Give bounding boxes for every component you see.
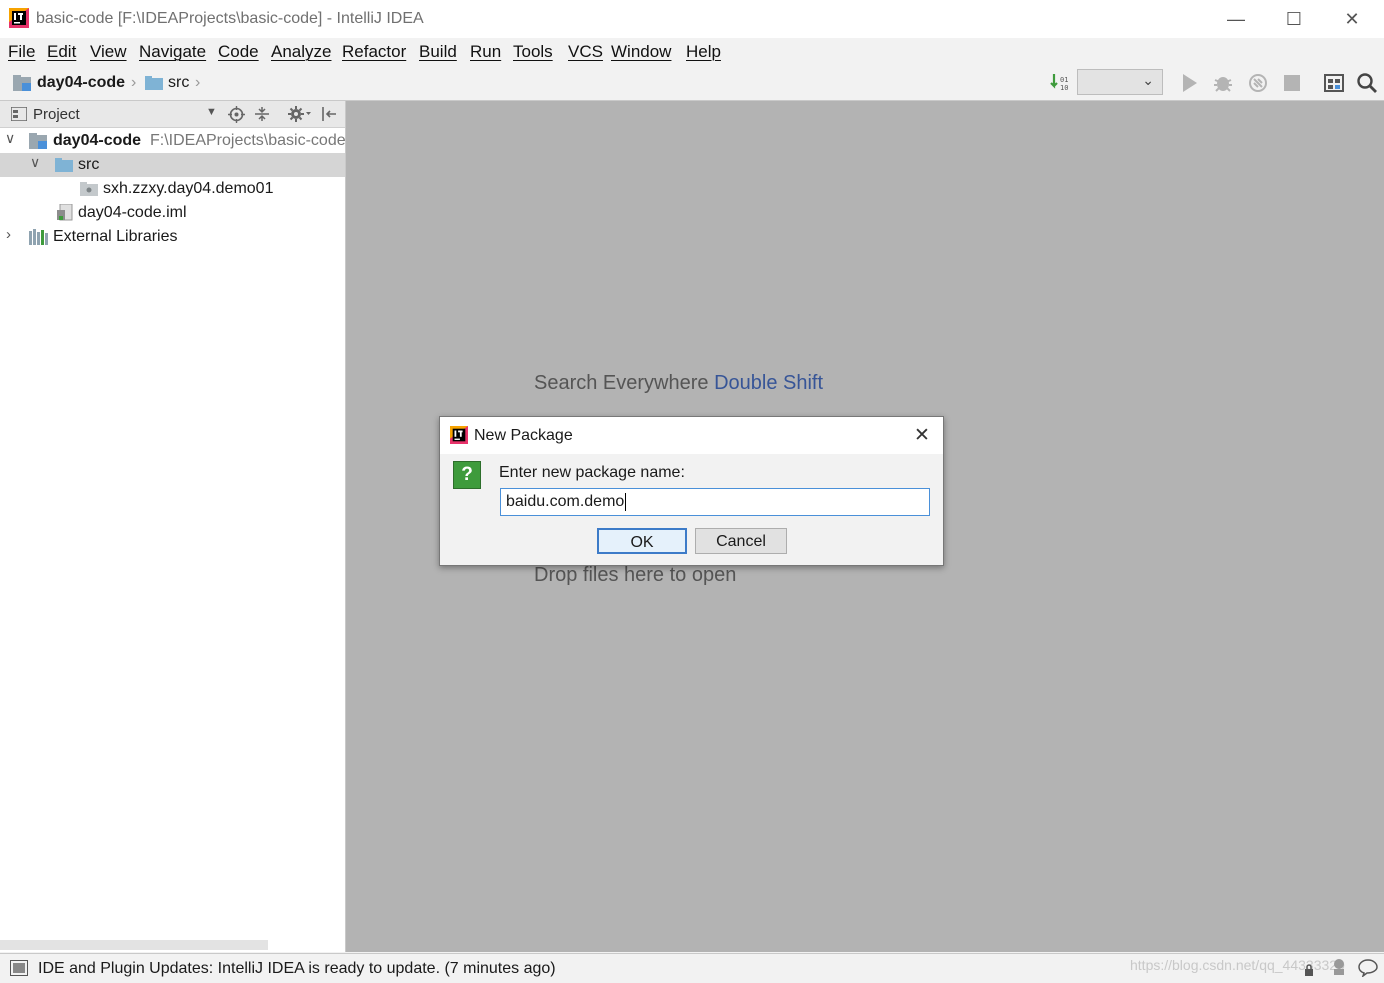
chevron-down-icon[interactable]: ∨	[30, 154, 40, 171]
drop-files-hint: Drop files here to open	[534, 564, 737, 586]
hint-text: Search Everywhere	[534, 372, 709, 394]
intellij-logo-icon	[450, 426, 468, 444]
source-folder-icon	[55, 158, 73, 177]
status-bar: IDE and Plugin Updates: IntelliJ IDEA is…	[0, 953, 1384, 983]
hide-panel-icon[interactable]	[321, 106, 337, 127]
close-icon[interactable]: ✕	[914, 424, 930, 447]
menu-bar: File Edit View Navigate Code Analyze Ref…	[0, 38, 1384, 66]
close-window-button[interactable]: ✕	[1329, 6, 1375, 32]
menu-build[interactable]: Build	[419, 42, 457, 62]
project-view-icon	[10, 106, 28, 126]
new-package-dialog: New Package ✕ ? Enter new package name: …	[439, 416, 944, 566]
title-bar: basic-code [F:\IDEAProjects\basic-code] …	[0, 0, 1384, 38]
intellij-logo-icon	[9, 8, 29, 28]
package-name-input[interactable]: baidu.com.demo	[500, 488, 930, 516]
chevron-right-icon[interactable]: ›	[6, 226, 11, 243]
dialog-prompt: Enter new package name:	[499, 464, 685, 481]
iml-file-icon	[57, 203, 73, 227]
ok-button[interactable]: OK	[597, 528, 687, 554]
module-folder-icon	[29, 133, 49, 154]
tree-node-iml[interactable]: day04-code.iml	[0, 201, 345, 225]
menu-view[interactable]: View	[90, 42, 127, 62]
chevron-right-icon: ›	[195, 74, 201, 91]
coverage-icon[interactable]	[1247, 72, 1269, 99]
question-icon: ?	[453, 461, 481, 489]
minimize-button[interactable]: —	[1213, 6, 1259, 32]
build-project-icon[interactable]: 01 10	[1049, 72, 1071, 99]
search-icon[interactable]	[1356, 72, 1378, 99]
search-everywhere-hint: Search Everywhere Double Shift	[534, 372, 823, 395]
menu-edit[interactable]: Edit	[47, 42, 76, 62]
tree-node-label: External Libraries	[53, 228, 178, 245]
run-configuration-select[interactable]: ⌄	[1077, 69, 1163, 95]
lock-icon[interactable]	[1304, 963, 1314, 981]
tree-node-label: day04-code.iml	[78, 204, 187, 221]
hint-shortcut: Double Shift	[714, 372, 824, 394]
gear-icon[interactable]	[288, 106, 312, 127]
horizontal-scrollbar[interactable]	[0, 940, 268, 950]
window-title: basic-code [F:\IDEAProjects\basic-code] …	[36, 10, 424, 27]
menu-window[interactable]: Window	[611, 42, 671, 62]
menu-help[interactable]: Help	[686, 42, 721, 62]
menu-code[interactable]: Code	[218, 42, 259, 62]
tree-node-label: sxh.zzxy.day04.demo01	[103, 180, 274, 197]
run-icon[interactable]	[1181, 73, 1199, 98]
tree-node-module[interactable]: ∨ day04-code F:\IDEAProjects\basic-code	[0, 129, 346, 154]
project-view-label[interactable]: Project	[33, 106, 80, 123]
tool-windows-icon[interactable]	[10, 960, 28, 981]
chevron-down-icon: ⌄	[1142, 72, 1154, 88]
chevron-down-icon[interactable]: ∨	[5, 130, 15, 147]
module-icon	[13, 75, 33, 96]
dialog-title-bar: New Package ✕	[440, 417, 943, 454]
menu-run[interactable]: Run	[470, 42, 501, 62]
project-tool-window: Project ▼ ∨ day04-code F:\IDEAProjects\b…	[0, 101, 346, 952]
tree-node-label: src	[78, 156, 100, 173]
status-message[interactable]: IDE and Plugin Updates: IntelliJ IDEA is…	[38, 960, 556, 978]
breadcrumb-module[interactable]: day04-code	[37, 74, 125, 92]
chevron-right-icon: ›	[131, 74, 137, 91]
chevron-down-icon[interactable]: ▼	[206, 106, 217, 118]
package-icon	[80, 182, 98, 201]
svg-text:01: 01	[1060, 76, 1068, 84]
menu-refactor[interactable]: Refactor	[342, 42, 406, 62]
tree-node-package[interactable]: sxh.zzxy.day04.demo01	[0, 177, 345, 201]
breadcrumb-src[interactable]: src	[168, 74, 189, 92]
cancel-button[interactable]: Cancel	[695, 528, 787, 554]
tree-node-label: day04-code	[53, 132, 142, 149]
maximize-button[interactable]: ☐	[1271, 6, 1317, 32]
debug-icon[interactable]	[1212, 72, 1234, 99]
navigation-bar: day04-code › src › 01 10 ⌄	[0, 66, 1384, 101]
locate-file-icon[interactable]	[228, 106, 245, 128]
svg-text:10: 10	[1060, 84, 1068, 92]
tree-node-src[interactable]: ∨ src	[0, 153, 345, 177]
tree-node-path: F:\IDEAProjects\basic-code	[150, 132, 346, 149]
stop-icon[interactable]	[1283, 74, 1301, 97]
menu-file[interactable]: File	[8, 42, 35, 62]
dialog-title: New Package	[474, 427, 573, 444]
menu-analyze[interactable]: Analyze	[271, 42, 331, 62]
menu-tools[interactable]: Tools	[513, 42, 553, 62]
menu-vcs[interactable]: VCS	[568, 42, 603, 62]
package-name-value: baidu.com.demo	[506, 493, 627, 511]
event-log-icon[interactable]	[1358, 959, 1378, 982]
inspector-icon[interactable]	[1330, 958, 1348, 983]
project-panel-header: Project ▼	[0, 101, 345, 128]
project-structure-icon[interactable]	[1323, 72, 1345, 99]
collapse-all-icon[interactable]	[254, 106, 270, 127]
tree-node-external-libraries[interactable]: › External Libraries	[0, 225, 345, 249]
menu-navigate[interactable]: Navigate	[139, 42, 206, 62]
library-icon	[29, 229, 49, 250]
folder-icon	[145, 76, 163, 95]
